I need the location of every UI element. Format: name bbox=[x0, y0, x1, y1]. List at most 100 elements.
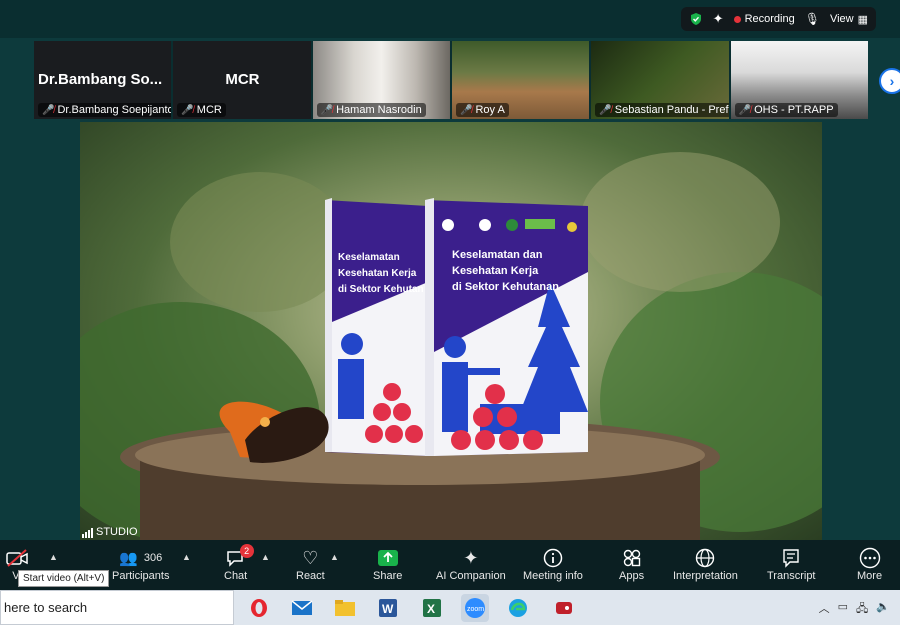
participants-icon: 👥 bbox=[119, 550, 138, 567]
signal-strength-icon bbox=[82, 528, 93, 538]
book-back-line3: di Sektor Kehutan bbox=[338, 284, 424, 295]
excel-icon[interactable]: X bbox=[418, 594, 446, 622]
recording-label: Recording bbox=[744, 13, 795, 25]
meeting-info-label: Meeting info bbox=[523, 570, 583, 582]
system-tray: ︿ ▭ 🖧 🔈 bbox=[819, 600, 890, 619]
chat-button[interactable]: 2 Chat bbox=[224, 544, 254, 582]
globe-icon bbox=[695, 546, 715, 570]
taskbar-search-input[interactable]: here to search bbox=[0, 590, 234, 625]
mic-muted-icon: 🎤̸ bbox=[181, 104, 194, 116]
share-button[interactable]: Share bbox=[373, 546, 402, 582]
participant-name: Hamam Nasrodin bbox=[336, 104, 422, 116]
svg-text:W: W bbox=[382, 602, 394, 616]
book-front bbox=[425, 198, 588, 456]
word-icon[interactable]: W bbox=[374, 594, 402, 622]
zoom-icon[interactable]: zoom bbox=[461, 594, 489, 622]
shield-icon[interactable] bbox=[689, 12, 703, 26]
video-scene: Keselamatan dan Kesehatan Kerja di Sekto… bbox=[80, 152, 822, 540]
participant-name-tag: 🎤̸ OHS - PT.RAPP bbox=[734, 103, 838, 117]
participant-name-tag: 🎤̸ Hamam Nasrodin bbox=[316, 103, 426, 117]
participant-name: Roy A bbox=[475, 104, 505, 116]
video-source-label: STUDIO bbox=[82, 526, 138, 538]
participant-tile-name: MCR bbox=[225, 71, 260, 88]
recording-dot-icon bbox=[733, 15, 741, 23]
participant-tile[interactable]: 🎤̸ OHS - PT.RAPP bbox=[730, 41, 868, 119]
view-label: View bbox=[829, 13, 854, 25]
react-label: React bbox=[296, 570, 325, 582]
participants-label: Participants bbox=[112, 570, 170, 582]
meeting-info-button[interactable]: Meeting info bbox=[523, 546, 583, 582]
participant-tile[interactable]: MCR 🎤̸ MCR bbox=[173, 41, 311, 119]
ai-companion-label: AI Companion bbox=[436, 570, 506, 582]
mail-icon[interactable] bbox=[288, 594, 316, 622]
participant-tile[interactable]: 🎤̸ Hamam Nasrodin bbox=[312, 41, 450, 119]
interpretation-button[interactable]: Interpretation bbox=[673, 546, 738, 582]
windows-taskbar: here to search W X zoom ︿ ▭ 🖧 🔈 bbox=[0, 590, 900, 625]
react-button[interactable]: ♡ React bbox=[296, 546, 325, 583]
share-label: Share bbox=[373, 570, 403, 582]
mic-muted-icon: 🎤̸ bbox=[738, 104, 752, 116]
video-options-caret-icon[interactable]: ▲ bbox=[49, 552, 58, 562]
svg-text:zoom: zoom bbox=[467, 606, 484, 613]
share-icon bbox=[377, 546, 399, 570]
book-title-line3: di Sektor Kehutanan bbox=[452, 281, 559, 293]
chat-options-caret-icon[interactable]: ▲ bbox=[261, 552, 270, 562]
participant-name: Dr.Bambang Soepijanto bbox=[57, 104, 172, 116]
more-button[interactable]: More bbox=[857, 546, 882, 582]
battery-icon[interactable]: ▭ bbox=[838, 600, 848, 619]
file-explorer-icon[interactable] bbox=[331, 594, 359, 622]
participant-tile[interactable]: 🎤̸ Sebastian Pandu - Pref... bbox=[591, 41, 729, 119]
volume-icon[interactable]: 🔈 bbox=[876, 600, 890, 619]
start-video-tooltip: Start video (Alt+V) bbox=[18, 570, 110, 587]
top-status-pill: ✦ Recording 🎙 View ▦ bbox=[680, 7, 876, 31]
react-options-caret-icon[interactable]: ▲ bbox=[330, 552, 339, 562]
info-icon bbox=[543, 546, 563, 570]
transcript-button[interactable]: Transcript bbox=[767, 546, 816, 582]
book-back-line1: Keselamatan bbox=[338, 252, 400, 263]
apps-button[interactable]: Apps bbox=[619, 546, 644, 582]
meeting-top-bar: ✦ Recording 🎙 View ▦ bbox=[0, 0, 900, 38]
mic-muted-icon: 🎤̸ bbox=[599, 104, 612, 116]
sparkle-icon[interactable]: ✦ bbox=[713, 11, 724, 27]
participant-name: Sebastian Pandu - Pref... bbox=[614, 104, 729, 116]
chat-icon: 2 bbox=[226, 544, 254, 570]
participant-name-tag: 🎤̸ Roy A bbox=[455, 103, 509, 117]
participant-name-tag: 🎤̸ Dr.Bambang Soepijanto bbox=[38, 103, 172, 117]
participants-options-caret-icon[interactable]: ▲ bbox=[182, 552, 191, 562]
microphone-icon[interactable]: 🎙 bbox=[805, 12, 820, 26]
network-icon[interactable]: 🖧 bbox=[856, 600, 868, 619]
apps-icon bbox=[622, 546, 642, 570]
book-back bbox=[325, 198, 428, 456]
participants-icon-row: 👥 306 bbox=[119, 546, 162, 570]
more-label: More bbox=[857, 570, 883, 582]
studio-label: STUDIO bbox=[96, 526, 138, 538]
participant-tile[interactable]: Dr.Bambang So... 🎤̸ Dr.Bambang Soepijant… bbox=[34, 41, 172, 119]
chevron-right-icon: › bbox=[889, 73, 895, 89]
mic-muted-icon: 🎤̸ bbox=[42, 104, 55, 116]
participant-name: OHS - PT.RAPP bbox=[754, 104, 834, 116]
chat-label: Chat bbox=[224, 570, 248, 582]
video-off-icon bbox=[6, 546, 28, 570]
mic-muted-icon: 🎤̸ bbox=[320, 104, 334, 116]
view-button[interactable]: View ▦ bbox=[830, 13, 868, 26]
apps-label: Apps bbox=[619, 570, 645, 582]
participants-button[interactable]: 👥 306 Participants bbox=[112, 546, 169, 582]
book-title-line1: Keselamatan dan bbox=[452, 249, 543, 261]
heart-icon: ♡ bbox=[302, 547, 319, 568]
transcript-icon bbox=[781, 546, 801, 570]
recording-indicator[interactable]: Recording bbox=[733, 13, 795, 25]
ai-companion-button[interactable]: ✦ AI Companion bbox=[436, 546, 506, 583]
participants-count: 306 bbox=[143, 552, 163, 564]
participant-tile[interactable]: 🎤̸ Roy A bbox=[451, 41, 590, 119]
transcript-label: Transcript bbox=[767, 570, 816, 582]
opera-icon[interactable] bbox=[245, 594, 273, 622]
main-video-area[interactable]: Keselamatan dan Kesehatan Kerja di Sekto… bbox=[80, 122, 822, 540]
participant-name-tag: 🎤̸ MCR bbox=[177, 103, 226, 117]
next-page-button[interactable]: › bbox=[879, 68, 900, 94]
grid-view-icon: ▦ bbox=[857, 13, 868, 26]
book-title-line2: Kesehatan Kerja bbox=[452, 265, 539, 277]
edge-icon[interactable] bbox=[504, 594, 532, 622]
chevron-up-icon[interactable]: ︿ bbox=[819, 600, 830, 619]
chat-unread-badge: 2 bbox=[239, 544, 254, 558]
game-icon[interactable] bbox=[550, 594, 578, 622]
